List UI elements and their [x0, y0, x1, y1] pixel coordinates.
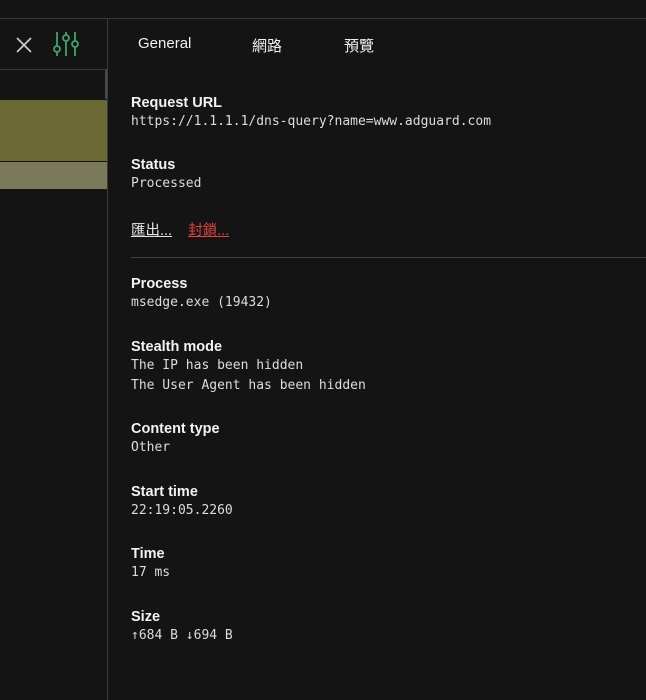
tab-general[interactable]: General	[138, 35, 191, 52]
actions-row: 匯出... 封鎖...	[131, 219, 229, 240]
status-section: Status Processed	[131, 156, 201, 194]
time-value: 17 ms	[131, 565, 171, 580]
time-section: Time 17 ms	[131, 545, 170, 583]
block-link[interactable]: 封鎖...	[188, 223, 229, 239]
tab-preview[interactable]: 預覽	[344, 35, 374, 56]
list-header	[0, 70, 107, 99]
request-list-pane	[0, 19, 107, 700]
close-icon	[16, 37, 32, 53]
start-time-label: Start time	[131, 484, 198, 500]
request-url-label: Request URL	[131, 95, 223, 111]
table-row-selected[interactable]	[0, 100, 107, 161]
details-pane: General 網路 預覽 Request URL https://1.1.1.…	[108, 19, 646, 700]
status-label: Status	[131, 157, 176, 173]
start-time-section: Start time 22:19:05.2260	[131, 483, 233, 521]
stealth-value-ip: The IP has been hidden	[131, 358, 304, 373]
stealth-value-ua: The User Agent has been hidden	[131, 378, 366, 393]
list-toolbar	[0, 19, 107, 70]
section-divider	[131, 257, 646, 258]
details-tabs: General 網路 預覽	[108, 19, 646, 69]
content-type-value: Other	[131, 440, 171, 455]
process-value: msedge.exe (19432)	[131, 295, 272, 310]
filter-sliders-icon	[53, 32, 79, 56]
stealth-section: Stealth mode The IP has been hidden The …	[131, 338, 366, 396]
status-value: Processed	[131, 176, 202, 191]
request-url-value: https://1.1.1.1/dns-query?name=www.adgua…	[131, 114, 492, 129]
start-time-value: 22:19:05.2260	[131, 503, 233, 518]
table-row[interactable]	[0, 162, 107, 189]
close-button[interactable]	[14, 35, 34, 55]
stealth-label: Stealth mode	[131, 339, 223, 355]
request-url-section: Request URL https://1.1.1.1/dns-query?na…	[131, 94, 491, 132]
content-type-label: Content type	[131, 421, 220, 437]
size-section: Size ↑684 B ↓694 B	[131, 608, 233, 646]
process-label: Process	[131, 276, 188, 292]
time-label: Time	[131, 546, 165, 562]
tab-network[interactable]: 網路	[252, 35, 282, 56]
size-label: Size	[131, 609, 161, 625]
filter-button[interactable]	[53, 30, 79, 58]
process-section: Process msedge.exe (19432)	[131, 275, 272, 313]
content-type-section: Content type Other	[131, 420, 220, 458]
size-value: ↑684 B ↓694 B	[131, 628, 233, 643]
export-link[interactable]: 匯出...	[131, 223, 172, 239]
